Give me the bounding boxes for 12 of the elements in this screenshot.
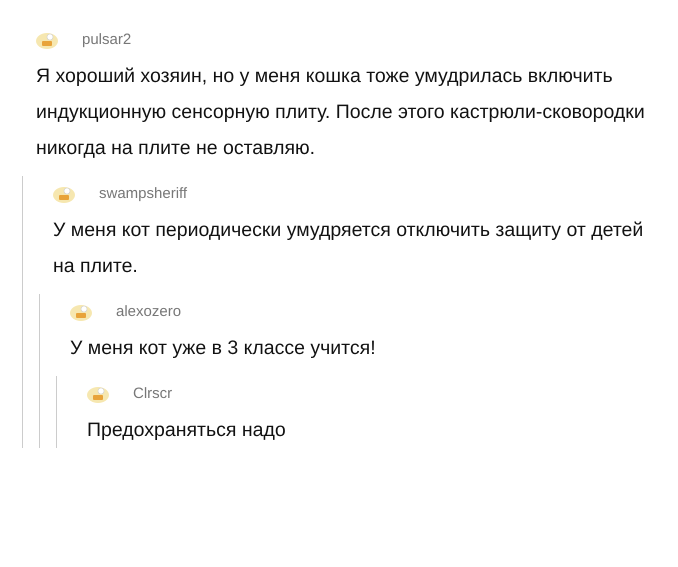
avatar-icon <box>70 303 92 321</box>
comment-text: У меня кот периодически умудряется отключить защиту от детей на плите. <box>53 218 644 279</box>
comment-text: Предохраняться надо <box>87 418 287 443</box>
avatar-icon <box>36 31 58 49</box>
username[interactable]: alexozero <box>116 300 182 324</box>
comment-text: У меня кот уже в 3 классе учится! <box>70 336 377 361</box>
avatar-icon <box>53 185 75 203</box>
avatar-icon <box>87 385 109 403</box>
username[interactable]: pulsar2 <box>82 28 132 52</box>
username[interactable]: Clrscr <box>133 382 172 406</box>
comment-text: Я хороший хозяин, но у меня кошка тоже умудрилась включить индукционную сенсорную плиту. После этого кастрюли-сковородки никогда на плите не оставляю. <box>36 64 646 161</box>
username[interactable]: swampsheriff <box>99 182 188 206</box>
